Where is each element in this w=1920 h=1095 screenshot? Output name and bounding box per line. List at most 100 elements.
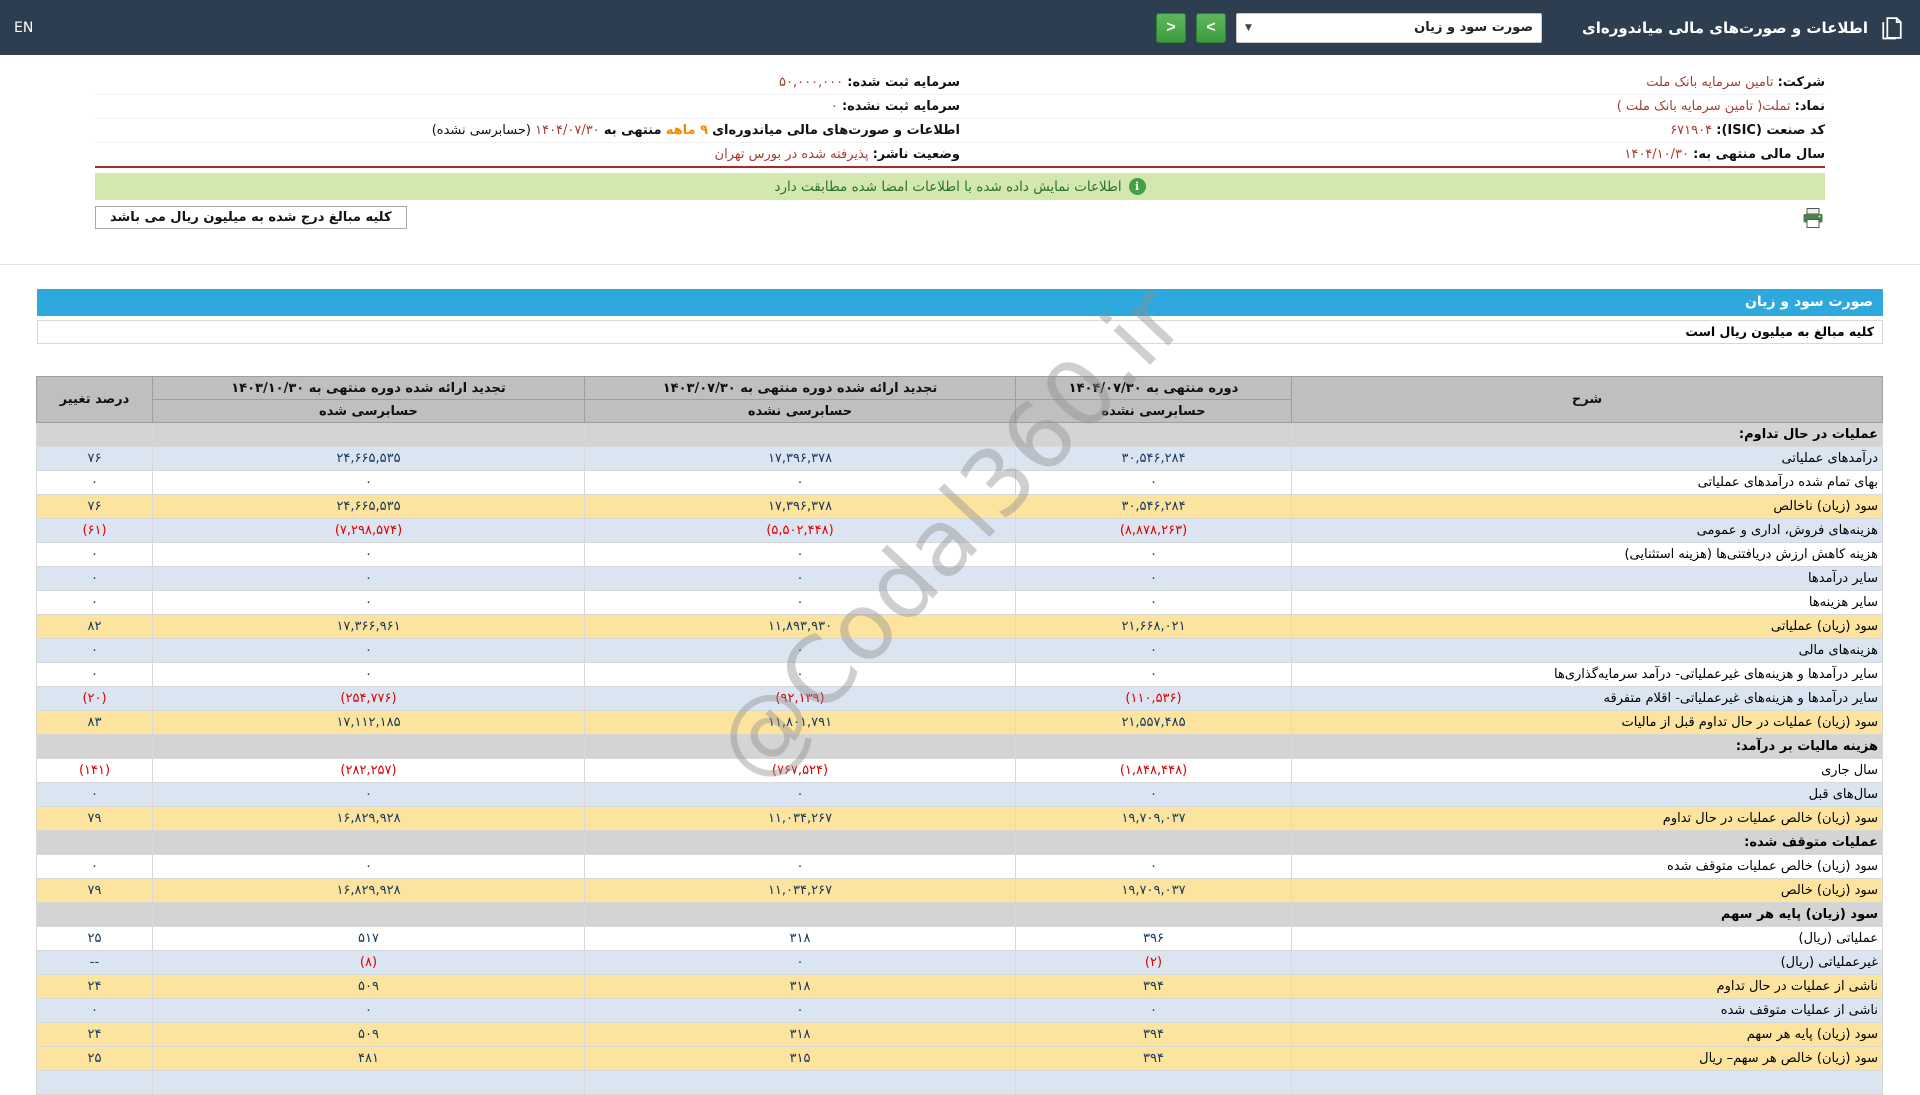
row-value-restated-interim [584,1070,1016,1095]
nav-forward-button[interactable]: > [1196,12,1227,43]
row-value-restated-interim [584,422,1016,447]
row-value-current: (۲) [1015,950,1292,975]
row-value-restated-interim: ۳۱۸ [584,1022,1016,1047]
row-value-current: ۱۹,۷۰۹,۰۳۷ [1015,878,1292,903]
listing-status-field: وضعیت ناشر: پذیرفته شده در بورس تهران [95,143,960,166]
row-value-restated-annual: ۲۴,۶۶۵,۵۳۵ [152,494,585,519]
table-row: سال جاری (۱,۸۴۸,۴۴۸) (۷۶۷,۵۲۴) (۲۸۲,۲۵۷)… [36,758,1883,783]
column-header-restated-annual: تجدید ارائه شده دوره منتهی به ۱۴۰۳/۱۰/۳۰ [152,376,585,400]
row-value-restated-interim: ۰ [584,950,1016,975]
column-header-description: شرح [1291,376,1883,423]
listing-status-label: وضعیت ناشر: [872,147,960,162]
row-value-restated-interim: ۰ [584,542,1016,567]
row-description: هزینه مالیات بر درآمد: [1291,734,1883,759]
registered-capital-field: سرمایه ثبت شده: ۵۰,۰۰۰,۰۰۰ [95,71,960,94]
table-row: ناشی از عملیات متوقف شده ۰ ۰ ۰ ۰ [36,998,1883,1023]
row-value-current: ۰ [1015,566,1292,591]
row-value-restated-annual: ۰ [152,662,585,687]
row-value-restated-interim: (۷۶۷,۵۲۴) [584,758,1016,783]
column-header-current-period: دوره منتهی به ۱۴۰۴/۰۷/۳۰ [1015,376,1292,400]
statement-select[interactable]: صورت سود و زیان ▼ [1236,12,1543,43]
row-description: بهای تمام شده درآمدهای عملیاتی [1291,470,1883,495]
row-value-restated-annual: ۰ [152,782,585,807]
row-description: عملیات متوقف شده: [1291,830,1883,855]
table-body: عملیات در حال تداوم: درآمدهای عملیاتی ۳۰… [36,422,1883,1095]
row-description: سود (زیان) خالص هر سهم– ریال [1291,1046,1883,1071]
table-row: عملیات در حال تداوم: [36,422,1883,447]
fiscal-year-field: سال مالی منتهی به: ۱۴۰۴/۱۰/۳۰ [960,143,1825,166]
statement-select-value: صورت سود و زیان [1414,20,1534,35]
unregistered-capital-label: سرمایه ثبت نشده: [841,99,960,114]
company-info-row: کد صنعت (ISIC): ۶۷۱۹۰۴ اطلاعات و صورت‌ها… [95,119,1825,143]
language-toggle[interactable]: EN [14,20,33,36]
table-row: سود (زیان) ناخالص ۳۰,۵۴۶,۲۸۴ ۱۷,۳۹۶,۳۷۸ … [36,494,1883,519]
row-value-restated-annual: ۰ [152,590,585,615]
table-row: غیرعملیاتی (ریال) (۲) ۰ (۸) -- [36,950,1883,975]
company-info-section: شرکت: تامین سرمایه بانک ملت سرمایه ثبت ش… [95,71,1825,168]
table-row: سال‌های قبل ۰ ۰ ۰ ۰ [36,782,1883,807]
table-row: درآمدهای عملیاتی ۳۰,۵۴۶,۲۸۴ ۱۷,۳۹۶,۳۷۸ ۲… [36,446,1883,471]
row-percent-change: ۸۲ [36,614,153,639]
row-percent-change: ۰ [36,470,153,495]
row-percent-change: ۰ [36,638,153,663]
report-period-field: اطلاعات و صورت‌های مالی میاندوره‌ای ۹ ما… [95,119,960,142]
row-value-restated-interim: ۰ [584,662,1016,687]
table-row: سایر هزینه‌ها ۰ ۰ ۰ ۰ [36,590,1883,615]
row-description: هزینه‌های مالی [1291,638,1883,663]
row-description: سود (زیان) خالص عملیات متوقف شده [1291,854,1883,879]
row-value-restated-annual: ۵۱۷ [152,926,585,951]
row-description: سایر هزینه‌ها [1291,590,1883,615]
symbol-value: تملت( تامین سرمایه بانک ملت ) [1616,99,1791,114]
row-value-restated-interim: ۰ [584,782,1016,807]
unregistered-capital-value: ۰ [830,99,838,114]
row-value-current: ۳۹۴ [1015,1046,1292,1071]
row-percent-change [36,422,153,447]
report-period-date: ۱۴۰۴/۰۷/۳۰ [535,123,600,138]
income-statement-table: شرح دوره منتهی به ۱۴۰۴/۰۷/۳۰ تجدید ارائه… [36,376,1883,1095]
row-value-current: ۲۱,۵۵۷,۴۸۵ [1015,710,1292,735]
row-percent-change: ۷۹ [36,806,153,831]
print-icon[interactable] [1801,206,1825,230]
nav-back-button[interactable]: < [1156,12,1187,43]
table-row: سود (زیان) خالص عملیات متوقف شده ۰ ۰ ۰ ۰ [36,854,1883,879]
row-percent-change: ۷۶ [36,494,153,519]
row-value-current: (۸,۸۷۸,۲۶۳) [1015,518,1292,543]
report-period-mid: منتهی به [603,123,662,138]
table-row: سایر درآمدها و هزینه‌های غیرعملیاتی- اقل… [36,686,1883,711]
company-info-row: سال مالی منتهی به: ۱۴۰۴/۱۰/۳۰ وضعیت ناشر… [95,143,1825,166]
row-percent-change: ۷۶ [36,446,153,471]
fiscal-year-label: سال مالی منتهی به: [1693,147,1825,162]
page-title: اطلاعات و صورت‌های مالی میاندوره‌ای [1582,18,1868,37]
row-value-restated-interim [584,830,1016,855]
row-value-current: ۳۹۴ [1015,974,1292,999]
row-value-restated-annual: ۵۰۹ [152,1022,585,1047]
company-label: شرکت: [1777,75,1825,90]
table-row: عملیاتی (ریال) ۳۹۶ ۳۱۸ ۵۱۷ ۲۵ [36,926,1883,951]
company-name: تامین سرمایه بانک ملت [1646,75,1774,90]
row-percent-change: ۰ [36,782,153,807]
row-value-restated-annual: ۰ [152,638,585,663]
table-row: ناشی از عملیات در حال تداوم ۳۹۴ ۳۱۸ ۵۰۹ … [36,974,1883,999]
row-value-restated-interim [584,734,1016,759]
row-value-current [1015,830,1292,855]
row-value-restated-annual: ۴۸۱ [152,1046,585,1071]
row-value-restated-interim: ۰ [584,566,1016,591]
report-period-prefix: اطلاعات و صورت‌های مالی میاندوره‌ای [712,123,960,138]
row-value-restated-annual: (۲۵۴,۷۷۶) [152,686,585,711]
report-period-months: ۹ ماهه [665,123,708,138]
symbol-label: نماد: [1794,99,1825,114]
row-percent-change: ۰ [36,998,153,1023]
row-value-restated-interim: ۰ [584,470,1016,495]
row-value-current [1015,734,1292,759]
table-row: سود (زیان) خالص عملیات در حال تداوم ۱۹,۷… [36,806,1883,831]
row-value-restated-annual: ۱۷,۱۱۲,۱۸۵ [152,710,585,735]
row-description: سود (زیان) پایه هر سهم [1291,902,1883,927]
row-description: درآمدهای عملیاتی [1291,446,1883,471]
signed-data-notice: i اطلاعات نمایش داده شده با اطلاعات امضا… [95,173,1825,200]
row-percent-change: ۲۴ [36,974,153,999]
row-value-current: ۳۹۴ [1015,1022,1292,1047]
row-percent-change: -- [36,950,153,975]
column-subheader-restated-annual-audit: حسابرسی شده [152,399,585,423]
row-value-restated-annual [152,830,585,855]
row-value-restated-interim: ۱۱,۸۰۱,۷۹۱ [584,710,1016,735]
